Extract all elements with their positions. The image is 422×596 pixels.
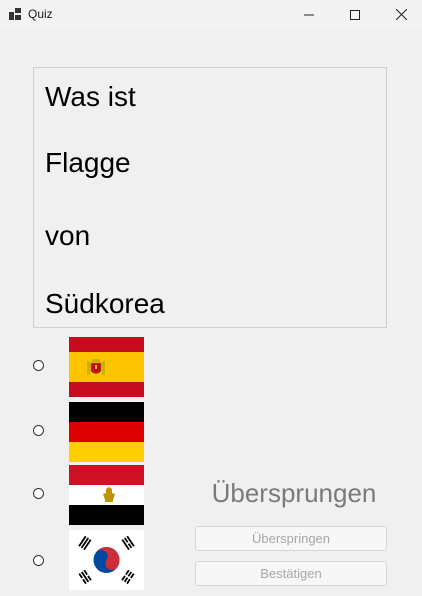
egypt-flag[interactable] [69, 465, 144, 525]
confirm-button[interactable]: Bestätigen [195, 561, 387, 586]
egypt-flag-image [69, 465, 144, 525]
south-korea-flag-image [69, 530, 144, 590]
status-text: Übersprungen [211, 478, 377, 508]
minimize-icon [304, 14, 314, 15]
close-icon [395, 9, 407, 20]
option-radio-4[interactable] [33, 555, 44, 566]
germany-flag-image [69, 402, 144, 462]
title-bar: Quiz [0, 0, 422, 29]
close-button[interactable] [378, 0, 422, 29]
option-radio-2[interactable] [33, 425, 44, 436]
maximize-button[interactable] [332, 0, 378, 29]
question-line-1: Was ist [45, 81, 136, 112]
question-line-4: Südkorea [45, 288, 165, 319]
question-line-3: von [45, 220, 91, 251]
south-korea-flag[interactable] [69, 530, 144, 590]
option-radio-3[interactable] [33, 488, 44, 499]
germany-flag[interactable] [69, 402, 144, 462]
spain-flag[interactable] [69, 337, 144, 397]
question-box: Was ist Flagge von Südkorea [33, 67, 387, 328]
spain-flag-image [69, 337, 144, 397]
question-line-2: Flagge [45, 147, 131, 178]
option-radio-1[interactable] [33, 360, 44, 371]
window-title: Quiz [28, 7, 53, 21]
skip-button[interactable]: Überspringen [195, 526, 387, 551]
maximize-icon [350, 9, 360, 20]
minimize-button[interactable] [286, 0, 332, 29]
app-icon [9, 8, 21, 20]
